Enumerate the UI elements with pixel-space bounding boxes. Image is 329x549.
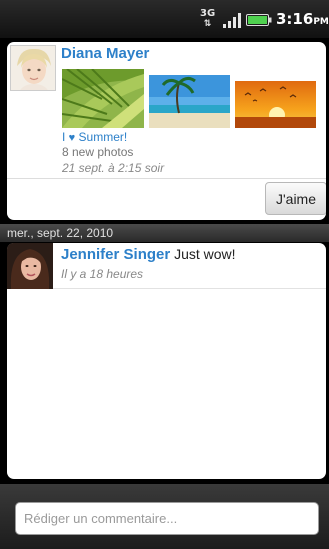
sunset-photo[interactable] [235,81,316,128]
like-button[interactable]: J'aime [265,182,326,215]
avatar[interactable] [7,243,53,289]
post-card: Diana Mayer I ♥ Summer! 8 new photos 21 … [7,42,326,220]
clock: 3:16PM [276,10,329,28]
network-3g-icon: 3G ⇅ [200,8,216,30]
album-count: 8 new photos [62,145,134,159]
avatar[interactable] [10,45,56,91]
status-bar: 3G ⇅ 3:16PM [0,0,329,38]
comment-item[interactable]: Jennifer Singer Just wow! Il y a 18 heur… [7,243,326,289]
comment-text: Jennifer Singer Just wow! [61,246,236,263]
beach-photo[interactable] [149,75,230,128]
compose-bar [0,484,329,549]
palm-leaves-photo[interactable] [62,69,144,128]
post-timestamp: 21 sept. à 2:15 soir [62,161,165,175]
battery-icon [246,14,272,26]
signal-icon [223,13,241,28]
poster-name[interactable]: Diana Mayer [61,45,149,62]
comment-input[interactable] [15,502,319,535]
comment-author[interactable]: Jennifer Singer [61,246,170,263]
heart-icon: ♥ [68,132,76,144]
divider [7,178,326,179]
album-title[interactable]: I ♥ Summer! [62,130,127,144]
comment-timestamp: Il y a 18 heures [61,267,144,281]
comments-panel: Jennifer Singer Just wow! Il y a 18 heur… [7,243,326,479]
date-separator: mer., sept. 22, 2010 [0,224,329,242]
comment-body: Just wow! [174,246,236,262]
